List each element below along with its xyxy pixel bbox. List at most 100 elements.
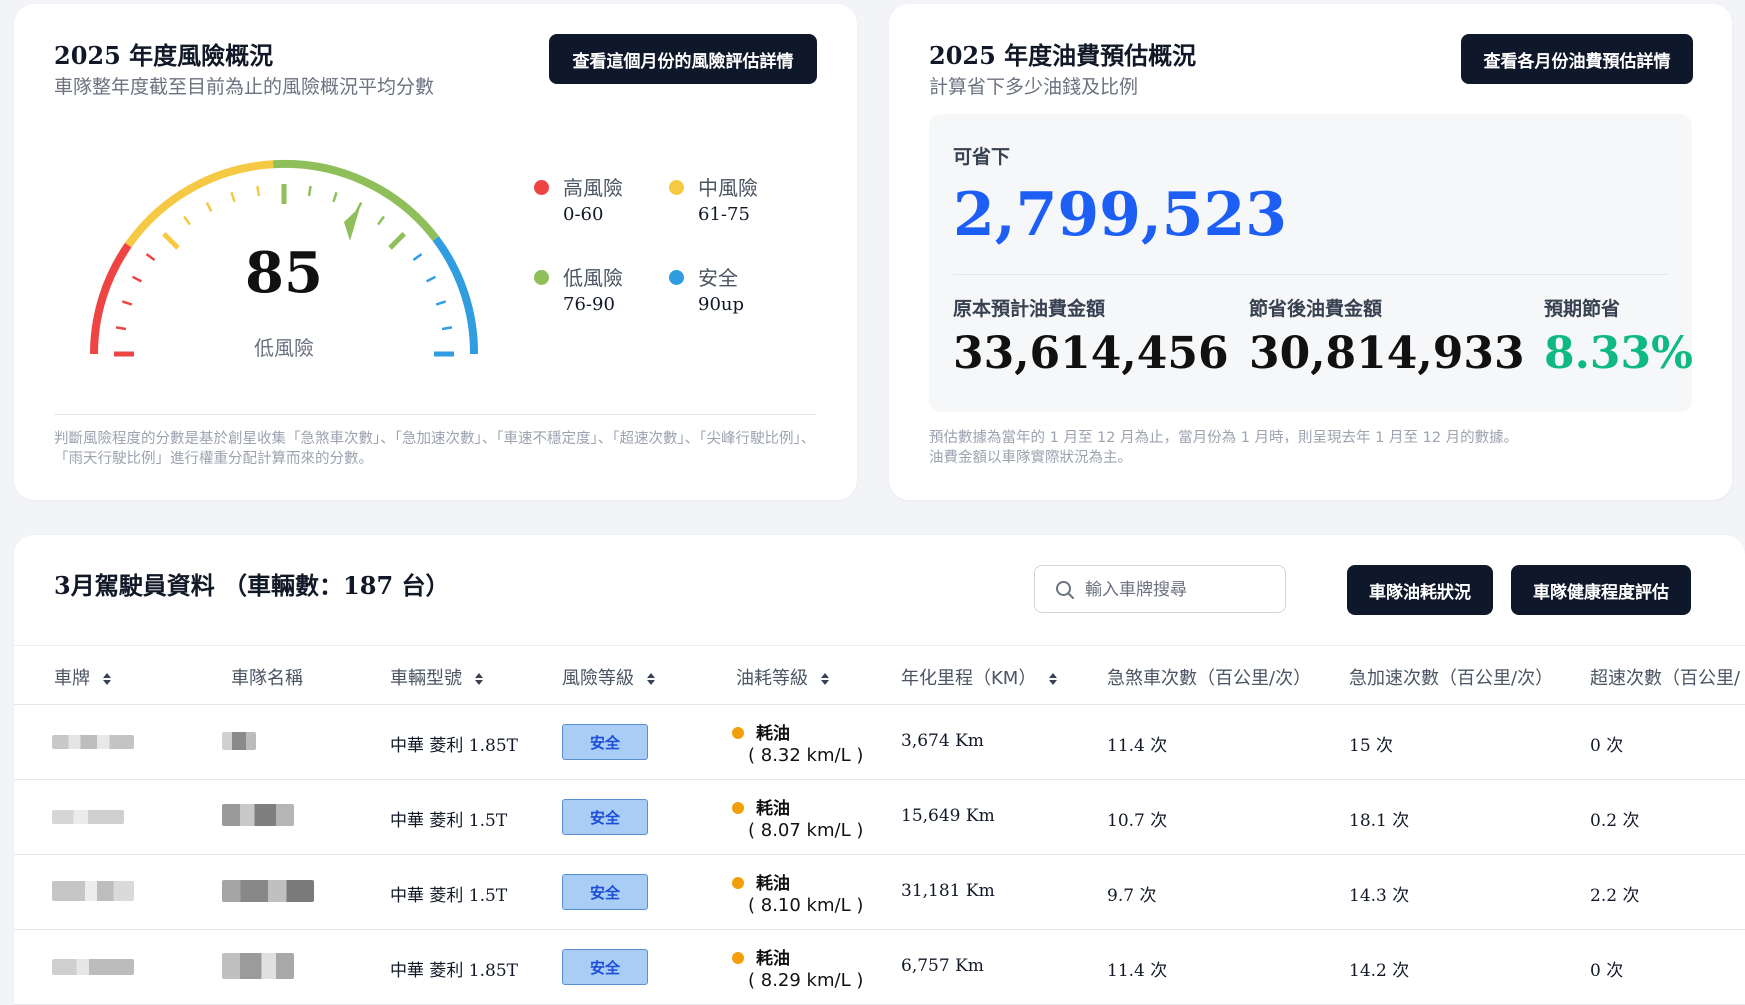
sort-icon (821, 673, 829, 685)
risk-overview-card: 2025 年度風險概況 車隊整年度截至目前為止的風險概況平均分數 查看這個月份的… (14, 4, 857, 500)
fuel-overview-title: 2025 年度油費預估概況 (929, 41, 1197, 70)
legend-dot-high (534, 180, 549, 195)
risk-footnote: 判斷風險程度的分數是基於創星收集「急煞車次數」、「急加速次數」、「車速不穩定度」… (54, 431, 816, 467)
vehicle-model: 中華 菱利 1.85T (390, 736, 518, 756)
fuel-level-label: 耗油 (756, 949, 790, 969)
fuel-status-dot (732, 877, 744, 889)
risk-overview-subtitle: 車隊整年度截至目前為止的風險概況平均分數 (54, 76, 435, 98)
table-row[interactable]: 中華 菱利 1.5T 安全 耗油 ( 8.10 km/L ) 31,181 Km… (14, 855, 1745, 930)
gauge-arc-low-risk (272, 159, 439, 242)
th-annual-mileage[interactable]: 年化里程（KM） (901, 664, 1058, 690)
expected-saving-value: 8.33% (1544, 328, 1693, 379)
th-fuel-level[interactable]: 油耗等級 (736, 664, 830, 690)
th-hard-accel: 急加速次數（百公里/次） (1349, 668, 1554, 689)
hard-brake-count: 9.7 次 (1107, 886, 1157, 906)
gauge-tick (377, 215, 385, 226)
hard-accel-count: 14.3 次 (1349, 886, 1410, 906)
vehicle-model: 中華 菱利 1.5T (390, 886, 508, 906)
gauge-tick (425, 275, 437, 283)
fleet-name-redacted (222, 732, 256, 750)
gauge-tick (332, 191, 338, 203)
fuel-status-dot (732, 802, 744, 814)
vehicle-model: 中華 菱利 1.85T (390, 961, 518, 981)
fleet-health-button[interactable]: 車隊健康程度評估 (1511, 565, 1691, 615)
risk-detail-button[interactable]: 查看這個月份的風險評估詳情 (549, 34, 817, 84)
plate-redacted (52, 959, 134, 975)
fuel-status-dot (732, 727, 744, 739)
hard-accel-count: 15 次 (1349, 736, 1394, 756)
gauge-arc-safe (432, 236, 479, 355)
sort-icon (647, 673, 655, 685)
legend-dot-safe (669, 270, 684, 285)
plate-redacted (52, 881, 134, 901)
fuel-footnote-1: 預估數據為當年的 1 月至 12 月為止，當月份為 1 月時，則呈現去年 1 月… (929, 430, 1519, 446)
sort-icon (1049, 673, 1058, 685)
gauge-tick (162, 232, 180, 250)
th-speeding: 超速次數（百公里/ (1590, 668, 1741, 689)
gauge-tick (205, 201, 213, 213)
gauge-tick (441, 326, 453, 331)
th-plate[interactable]: 車牌 (54, 664, 112, 690)
fleet-name-redacted (222, 953, 294, 979)
gauge-tick (131, 275, 143, 283)
gauge-tick (115, 326, 127, 331)
driver-data-card: 3月駕駛員資料 （車輛數：187 台） 車隊油耗狀況 車隊健康程度評估 車牌 車… (14, 535, 1745, 1005)
after-saving-cost-value: 30,814,933 (1249, 328, 1525, 379)
risk-badge: 安全 (562, 799, 648, 835)
after-saving-cost-label: 節省後油費金額 (1249, 298, 1383, 320)
risk-badge: 安全 (562, 874, 648, 910)
legend-dot-medium (669, 180, 684, 195)
savable-value: 2,799,523 (953, 180, 1288, 250)
plate-redacted (52, 810, 124, 824)
fuel-level-label: 耗油 (756, 874, 790, 894)
gauge-tick (307, 185, 312, 197)
plate-search-box[interactable] (1034, 565, 1286, 613)
fuel-overview-card: 2025 年度油費預估概況 計算省下多少油錢及比例 查看各月份油費預估詳情 可省… (889, 4, 1732, 500)
gauge-tick (256, 185, 261, 197)
gauge-arc-medium-risk (125, 160, 274, 248)
original-cost-value: 33,614,456 (953, 328, 1229, 379)
search-icon (1056, 581, 1074, 599)
fuel-rate: ( 8.10 km/L ) (748, 895, 864, 916)
fuel-rate: ( 8.29 km/L ) (748, 970, 864, 991)
fleet-fuel-status-button[interactable]: 車隊油耗狀況 (1347, 565, 1493, 615)
plate-search-input[interactable] (1083, 575, 1282, 605)
risk-badge: 安全 (562, 949, 648, 985)
savings-panel: 可省下 2,799,523 原本預計油費金額 33,614,456 節省後油費金… (929, 114, 1693, 412)
driver-data-title: 3月駕駛員資料 （車輛數：187 台） (54, 571, 450, 600)
fuel-detail-button[interactable]: 查看各月份油費預估詳情 (1461, 34, 1693, 84)
annual-mileage: 3,674 Km (901, 731, 984, 751)
gauge-tick (230, 191, 236, 203)
divider (54, 414, 817, 415)
gauge-tick (388, 232, 406, 250)
table-row[interactable]: 中華 菱利 1.85T 安全 耗油 ( 8.32 km/L ) 3,674 Km… (14, 705, 1745, 780)
hard-brake-count: 11.4 次 (1107, 961, 1168, 981)
gauge-arc-high-risk (90, 242, 132, 355)
annual-mileage: 6,757 Km (901, 956, 984, 976)
th-vehicle-model[interactable]: 車輛型號 (390, 664, 484, 690)
vehicle-model: 中華 菱利 1.5T (390, 811, 508, 831)
gauge-tick (435, 300, 447, 306)
fleet-name-redacted (222, 880, 314, 902)
fuel-rate: ( 8.32 km/L ) (748, 745, 864, 766)
hard-accel-count: 14.2 次 (1349, 961, 1410, 981)
fuel-level-label: 耗油 (756, 724, 790, 744)
fuel-footnote-2: 油費金額以車隊實際狀況為主。 (929, 450, 1132, 466)
fleet-name-redacted (222, 804, 294, 826)
gauge-tick (183, 215, 191, 226)
th-fleet-name: 車隊名稱 (231, 668, 303, 689)
gauge-pointer (344, 207, 360, 241)
fuel-status-dot (732, 952, 744, 964)
table-row[interactable]: 中華 菱利 1.5T 安全 耗油 ( 8.07 km/L ) 15,649 Km… (14, 780, 1745, 855)
annual-mileage: 31,181 Km (901, 881, 995, 901)
th-risk-level[interactable]: 風險等級 (562, 664, 656, 690)
speeding-count: 0.2 次 (1590, 811, 1640, 831)
table-row[interactable]: 中華 菱利 1.85T 安全 耗油 ( 8.29 km/L ) 6,757 Km… (14, 930, 1745, 1005)
risk-badge: 安全 (562, 724, 648, 760)
gauge-tick (121, 300, 133, 306)
sort-icon (475, 673, 483, 685)
hard-accel-count: 18.1 次 (1349, 811, 1410, 831)
expected-saving-label: 預期節省 (1544, 298, 1621, 320)
hard-brake-count: 11.4 次 (1107, 736, 1168, 756)
plate-redacted (52, 735, 134, 749)
